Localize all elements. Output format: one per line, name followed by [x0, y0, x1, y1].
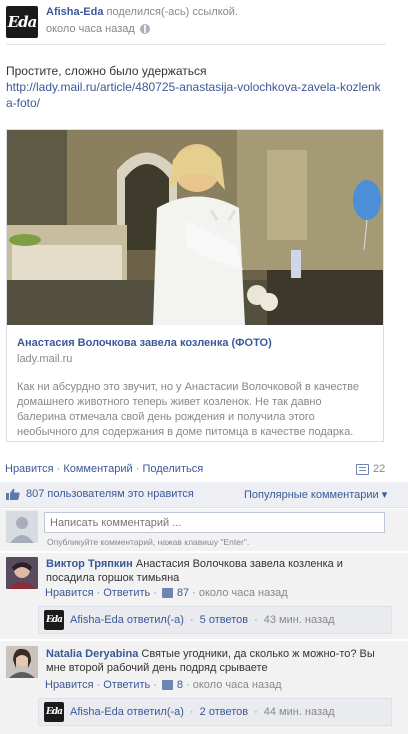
meta-separator: ·	[153, 587, 157, 599]
meta-separator: ·	[192, 587, 196, 599]
reply-count-link[interactable]: 2 ответов	[200, 706, 248, 718]
comment-like-link[interactable]: Нравится	[45, 679, 94, 691]
comment-meta: Нравится · Ответить · 87 · около часа на…	[45, 587, 288, 599]
logo-text: Eda	[7, 13, 38, 31]
comment-like-count[interactable]: 87	[177, 587, 189, 599]
photo-illustration	[7, 130, 383, 325]
comment-meta: Нравится · Ответить · 8 · около часа наз…	[45, 679, 282, 691]
comment-composer: Опубликуйте комментарий, нажав клавишу "…	[0, 509, 408, 551]
comment-like-count[interactable]: 8	[177, 679, 183, 691]
comment-time[interactable]: около часа назад	[193, 679, 282, 691]
like-link[interactable]: Нравится	[5, 463, 54, 475]
meta-separator: ·	[254, 614, 258, 626]
page-logo[interactable]: Eda	[6, 6, 38, 38]
comment-count-value: 22	[373, 463, 386, 475]
comment-sort-dropdown[interactable]: Популярные комментарии ▾	[244, 488, 387, 501]
person-icon	[6, 511, 38, 543]
post-action-text: поделился(-ась) ссылкой.	[106, 6, 238, 18]
meta-separator: ·	[186, 679, 190, 691]
attachment-domain: lady.mail.ru	[17, 353, 73, 365]
reply-author[interactable]: Afisha-Eda ответил(-а)	[70, 706, 184, 718]
comment-item: Виктор Тряпкин Анастасия Волочкова завел…	[0, 553, 408, 639]
meta-separator: ·	[96, 587, 101, 599]
comment-reply-link[interactable]: Ответить	[103, 587, 150, 599]
meta-separator: ·	[153, 679, 157, 691]
post-author-link[interactable]: Afisha-Eda	[46, 6, 103, 18]
globe-icon	[139, 24, 150, 34]
meta-separator: ·	[189, 614, 194, 626]
comment-input[interactable]	[44, 512, 385, 533]
person-photo-icon	[6, 646, 38, 678]
post-actions: Нравится · Комментарий · Поделиться	[5, 463, 203, 475]
post-message-text: Простите, сложно было удержаться	[6, 64, 207, 78]
reply-count-link[interactable]: 5 ответов	[200, 614, 248, 626]
comment-hint: Опубликуйте комментарий, нажав клавишу "…	[47, 537, 250, 547]
likes-summary: 807 пользователям это нравится	[6, 488, 194, 500]
action-separator: ·	[135, 463, 140, 475]
logo-text: Eda	[46, 707, 63, 717]
comment-author-link[interactable]: Виктор Тряпкин	[46, 558, 133, 570]
reply-summary[interactable]: Eda Afisha-Eda ответил(-а) · 2 ответов ·…	[38, 698, 392, 726]
action-separator: ·	[56, 463, 61, 475]
post-url-link[interactable]: http://lady.mail.ru/article/480725-anast…	[6, 80, 381, 110]
comment-body: Виктор Тряпкин Анастасия Волочкова завел…	[46, 557, 391, 585]
post-header: Afisha-Eda поделился(-ась) ссылкой.	[46, 6, 238, 18]
comment-count[interactable]: 22	[356, 463, 385, 475]
attachment-photo[interactable]	[7, 130, 383, 325]
commenter-avatar[interactable]	[6, 646, 38, 678]
logo-text: Eda	[46, 615, 63, 625]
attachment-description: Как ни абсурдно это звучит, но у Анастас…	[17, 381, 360, 438]
reply-summary[interactable]: Eda Afisha-Eda ответил(-а) · 5 ответов ·…	[38, 606, 392, 634]
like-count-icon	[161, 680, 173, 690]
comment-reply-link[interactable]: Ответить	[103, 679, 150, 691]
comment-time[interactable]: около часа назад	[199, 587, 288, 599]
comment-link[interactable]: Комментарий	[63, 463, 132, 475]
link-attachment[interactable]: Анастасия Волочкова завела козленка (ФОТ…	[6, 129, 384, 442]
person-photo-icon	[6, 557, 38, 589]
thumbs-up-icon	[6, 488, 20, 500]
reply-author-logo: Eda	[44, 702, 64, 722]
reply-author[interactable]: Afisha-Eda ответил(-а)	[70, 614, 184, 626]
share-link[interactable]: Поделиться	[142, 463, 203, 475]
comment-body: Natalia Deryabina Святые угодники, да ск…	[46, 647, 391, 675]
post-message: Простите, сложно было удержаться http://…	[6, 63, 386, 111]
comment-bubble-icon	[356, 463, 369, 475]
header-divider	[6, 44, 386, 45]
comment-author-link[interactable]: Natalia Deryabina	[46, 648, 138, 660]
attachment-title[interactable]: Анастасия Волочкова завела козленка (ФОТ…	[17, 337, 272, 349]
likes-bar: 807 пользователям это нравится Популярны…	[0, 482, 408, 508]
comment-like-link[interactable]: Нравится	[45, 587, 94, 599]
like-count-icon	[161, 588, 173, 598]
meta-separator: ·	[254, 706, 258, 718]
reply-author-logo: Eda	[44, 610, 64, 630]
commenter-avatar[interactable]	[6, 557, 38, 589]
reply-time: 43 мин. назад	[263, 614, 335, 626]
meta-separator: ·	[96, 679, 101, 691]
post-time[interactable]: около часа назад	[46, 23, 135, 35]
post-time-row: около часа назад	[46, 23, 150, 35]
likes-count[interactable]: 807	[26, 488, 44, 500]
likes-text[interactable]: пользователям это нравится	[47, 488, 193, 500]
meta-separator: ·	[189, 706, 194, 718]
viewer-avatar	[6, 511, 38, 543]
comment-item: Natalia Deryabina Святые угодники, да ск…	[0, 641, 408, 734]
reply-time: 44 мин. назад	[263, 706, 335, 718]
